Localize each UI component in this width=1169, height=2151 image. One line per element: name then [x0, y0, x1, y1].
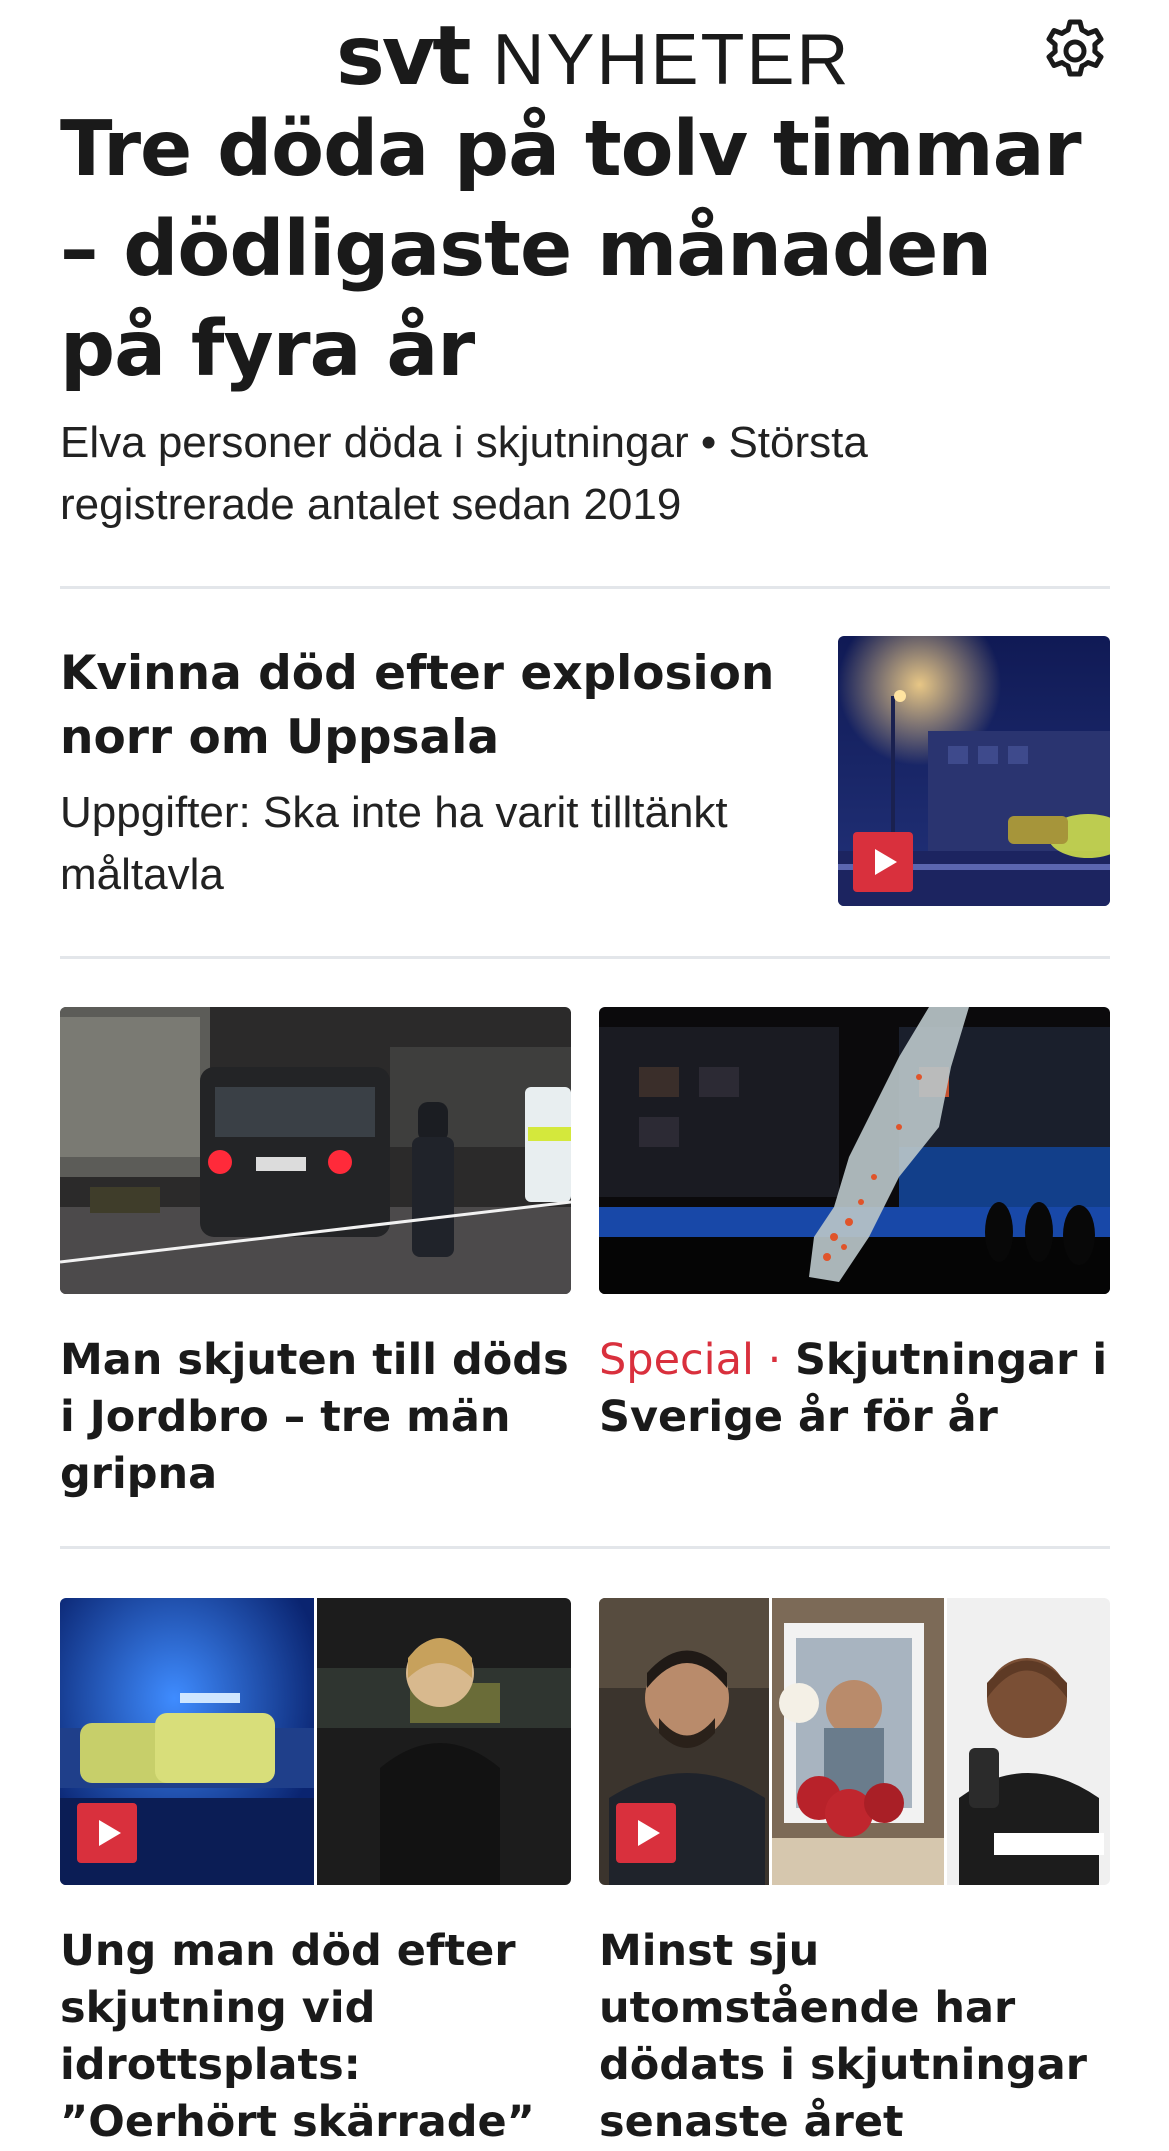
app-header: svt NYHETER: [0, 0, 1169, 110]
story-card-jordbro[interactable]: Man skjuten till döds i Jordbro – tre mä…: [60, 1007, 571, 1503]
story-headline[interactable]: Special · Skjutningar i Sverige år för å…: [599, 1332, 1110, 1446]
svt-nyheter-logo[interactable]: svt NYHETER: [336, 6, 851, 98]
story-thumbnail[interactable]: [599, 1598, 1110, 1885]
story-headline[interactable]: Kvinna död efter explosion norr om Uppsa…: [60, 642, 820, 770]
story-thumbnail[interactable]: [60, 1007, 571, 1294]
gear-icon[interactable]: [1040, 14, 1110, 84]
play-icon[interactable]: [77, 1803, 137, 1863]
story-card-explosion[interactable]: Kvinna död efter explosion norr om Uppsa…: [60, 636, 1110, 906]
story-headline[interactable]: Minst sju utomstående har dödats i skjut…: [599, 1923, 1110, 2151]
story-card-idrottsplats[interactable]: Ung man död efter skjutning vid idrottsp…: [60, 1598, 571, 2151]
story-headline[interactable]: Man skjuten till döds i Jordbro – tre mä…: [60, 1332, 571, 1503]
story-thumbnail[interactable]: [838, 636, 1110, 906]
play-icon[interactable]: [853, 832, 913, 892]
divider: [60, 1546, 1110, 1549]
story-headline[interactable]: Ung man död efter skjutning vid idrottsp…: [60, 1923, 571, 2151]
lead-headline[interactable]: Tre döda på tolv timmar – dödligaste mån…: [60, 100, 1110, 400]
play-icon[interactable]: [616, 1803, 676, 1863]
divider: [60, 586, 1110, 589]
story-card-special[interactable]: Special · Skjutningar i Sverige år för å…: [599, 1007, 1110, 1446]
divider: [60, 956, 1110, 959]
lead-subtitle: Elva personer döda i skjutningar • Störs…: [60, 418, 868, 529]
story-subtitle: Uppgifter: Ska inte ha varit tilltänkt m…: [60, 788, 728, 899]
special-label: Special: [599, 1335, 754, 1385]
story-thumbnail[interactable]: [60, 1598, 571, 1885]
label-separator: ·: [753, 1335, 795, 1385]
story-card-utomstaende[interactable]: Minst sju utomstående har dödats i skjut…: [599, 1598, 1110, 2151]
story-thumbnail[interactable]: [599, 1007, 1110, 1294]
lead-story[interactable]: Tre döda på tolv timmar – dödligaste mån…: [60, 100, 1110, 536]
logo-nyheter-text: NYHETER: [492, 20, 851, 100]
logo-svt-text: svt: [336, 9, 471, 104]
